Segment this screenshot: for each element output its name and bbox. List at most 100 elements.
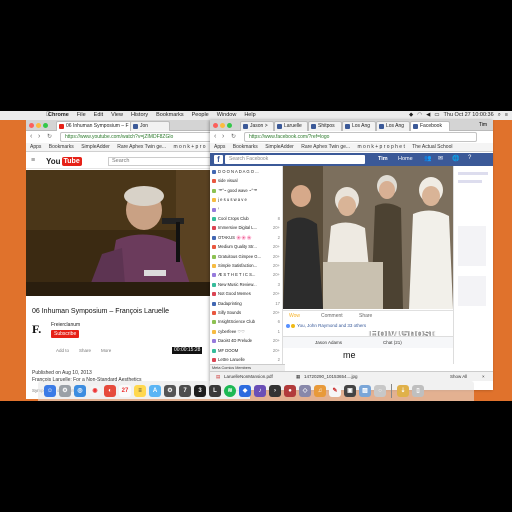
messages-icon[interactable]: ✉ [438, 155, 443, 162]
downloads-folder-icon[interactable]: ⇣ [397, 385, 409, 397]
group-item[interactable]: Daoist 4D Prelude 20+ [210, 337, 282, 346]
reactions-summary[interactable]: You, John Raymond and 33 others [283, 321, 453, 331]
app-store-icon[interactable]: A [149, 385, 161, 397]
bookmark-apps[interactable]: Apps [30, 144, 41, 150]
group-item[interactable]: Medium Quality Str... 20+ [210, 243, 282, 252]
group-item[interactable]: side visual [210, 177, 282, 186]
wow-reaction-button[interactable]: Wow [289, 313, 300, 319]
group-item[interactable]: ™°~ good wave ~°™ [210, 187, 282, 196]
group-item[interactable]: OTAKUS 🌸🌸🌸 2 [210, 234, 282, 243]
menu-view[interactable]: View [111, 111, 123, 120]
home-link[interactable]: Home [398, 155, 413, 164]
spotify-icon[interactable]: ≋ [224, 385, 236, 397]
menu-bookmarks[interactable]: Bookmarks [156, 111, 184, 120]
calendar-icon[interactable]: 27 [119, 385, 131, 397]
bookmark-aphex[interactable]: Rare Aphex Twin ge... [301, 144, 350, 150]
preview-icon[interactable]: ▨ [359, 385, 371, 397]
share-button[interactable]: Share [359, 313, 372, 319]
post-photo[interactable] [283, 166, 453, 309]
group-item[interactable]: MF DOOM 20+ [210, 347, 282, 356]
app-icon-3[interactable]: 3 [194, 385, 206, 397]
app-icon-red[interactable]: ● [284, 385, 296, 397]
apple-icon[interactable]:  [46, 111, 51, 120]
notification-icon[interactable]: ≡ [505, 111, 508, 120]
bookmark-monk[interactable]: m o n k + p r o p h e t [357, 144, 404, 150]
minimize-window-icon[interactable] [220, 123, 225, 128]
menu-window[interactable]: Window [217, 111, 237, 120]
app-icon-dark[interactable]: ▣ [344, 385, 356, 397]
group-item[interactable]: Gratuitous Gimpee G... 20+ [210, 253, 282, 262]
channel-avatar[interactable]: F. [32, 322, 41, 337]
launchpad-icon[interactable]: ⚙ [59, 385, 71, 397]
dropbox-icon[interactable]: ◆ [409, 111, 413, 120]
forward-arrow-icon[interactable]: › [222, 132, 224, 142]
safari-icon[interactable]: ◎ [74, 385, 86, 397]
tab-jason[interactable]: Jason > [240, 121, 274, 131]
bookmark-apps[interactable]: Apps [214, 144, 225, 150]
bookmark-bookmarks[interactable]: Bookmarks [233, 144, 258, 150]
group-item[interactable]: Lettre Laruelle 2 [210, 356, 282, 364]
tab-youtube[interactable]: 06 Inhuman Symposium – F [56, 121, 132, 131]
wifi-icon[interactable]: ◠ [417, 111, 422, 120]
back-arrow-icon[interactable]: ‹ [214, 132, 216, 142]
close-window-icon[interactable] [29, 123, 34, 128]
notes-icon[interactable]: ≡ [134, 385, 146, 397]
group-item[interactable]: j e s u s w a v e [210, 196, 282, 205]
reload-icon[interactable]: ↻ [47, 132, 52, 142]
profile-link[interactable]: Tim [378, 155, 388, 164]
group-item[interactable]: ̸ [210, 206, 282, 215]
friend-requests-icon[interactable]: 👥 [424, 155, 431, 162]
youtube-logo[interactable]: You Tube [46, 157, 82, 166]
group-item[interactable]: Simple Satisfaction... 20+ [210, 262, 282, 271]
zoom-window-icon[interactable] [227, 123, 232, 128]
app-icon-7[interactable]: 7 [179, 385, 191, 397]
trash-icon[interactable]: ▯ [412, 385, 424, 397]
menu-history[interactable]: History [131, 111, 148, 120]
minimize-window-icon[interactable] [36, 123, 41, 128]
volume-icon[interactable]: ◀ [426, 111, 430, 120]
chat-toggle-button[interactable]: Chat (21) [383, 340, 402, 345]
back-arrow-icon[interactable]: ‹ [30, 132, 32, 142]
subscribe-button[interactable]: Subscribe [51, 330, 80, 338]
app-icon-white[interactable]: ✎ [329, 385, 341, 397]
tab-los-angeles-2[interactable]: Los Ang [376, 121, 410, 131]
facebook-search-input[interactable]: Search Facebook [225, 155, 365, 164]
bookmark-simpleadder[interactable]: SimpleAdder [265, 144, 294, 150]
profile-name-tab[interactable]: Tim [479, 121, 487, 130]
close-window-icon[interactable] [213, 123, 218, 128]
group-item[interactable]: Dadaprinting 17 [210, 300, 282, 309]
search-icon[interactable]: ⌕ [498, 111, 501, 120]
address-bar[interactable]: https://www.youtube.com/watch?v=jZIMDF8Z… [60, 132, 234, 142]
group-item[interactable]: New Music Review... 3 [210, 281, 282, 290]
tab-jon[interactable]: Jon [130, 121, 170, 131]
group-item[interactable]: Not Good Memes 20+ [210, 290, 282, 299]
battery-icon[interactable]: ▭ [434, 111, 439, 120]
photo-booth-icon[interactable]: ◐ [104, 385, 116, 397]
bookmark-aphex[interactable]: Rare Aphex Twin ge... [117, 144, 166, 150]
tab-los-angeles-1[interactable]: Los Ang [342, 121, 376, 131]
app-icon-orange[interactable]: ♫ [314, 385, 326, 397]
group-item[interactable]: cyberfeee ♡♡ 1 [210, 328, 282, 337]
menu-people[interactable]: People [192, 111, 209, 120]
hamburger-menu-icon[interactable]: ≡ [31, 157, 35, 164]
ableton-live-icon[interactable]: L [209, 385, 221, 397]
group-item[interactable]: Immersive Digital L... 20+ [210, 224, 282, 233]
app-icon-blue[interactable]: ◆ [239, 385, 251, 397]
menu-clock[interactable]: Thu Oct 27 10:00:36 [444, 111, 494, 120]
close-downloads-icon[interactable]: × [482, 372, 485, 382]
chrome-icon[interactable]: ◉ [89, 385, 101, 397]
terminal-icon[interactable]: › [269, 385, 281, 397]
app-icon-light[interactable]: ○ [374, 385, 386, 397]
channel-name[interactable]: Freierclanum [51, 322, 80, 328]
tab-laruelle[interactable]: Laruelle [274, 121, 308, 131]
menu-app-name[interactable]: Chrome [48, 111, 69, 120]
bookmark-actual-school[interactable]: The Actual School [412, 144, 452, 150]
add-to-button[interactable]: Add to [56, 348, 69, 353]
group-item[interactable]: Æ S T H E T I C S... 20+ [210, 271, 282, 280]
tab-facebook[interactable]: Facebook [410, 121, 450, 131]
help-icon[interactable]: ? [468, 155, 471, 161]
app-icon-gray[interactable]: ◇ [299, 385, 311, 397]
menu-help[interactable]: Help [244, 111, 255, 120]
app-icon-purple[interactable]: ♪ [254, 385, 266, 397]
group-item[interactable]: Silly Sounds 20+ [210, 309, 282, 318]
